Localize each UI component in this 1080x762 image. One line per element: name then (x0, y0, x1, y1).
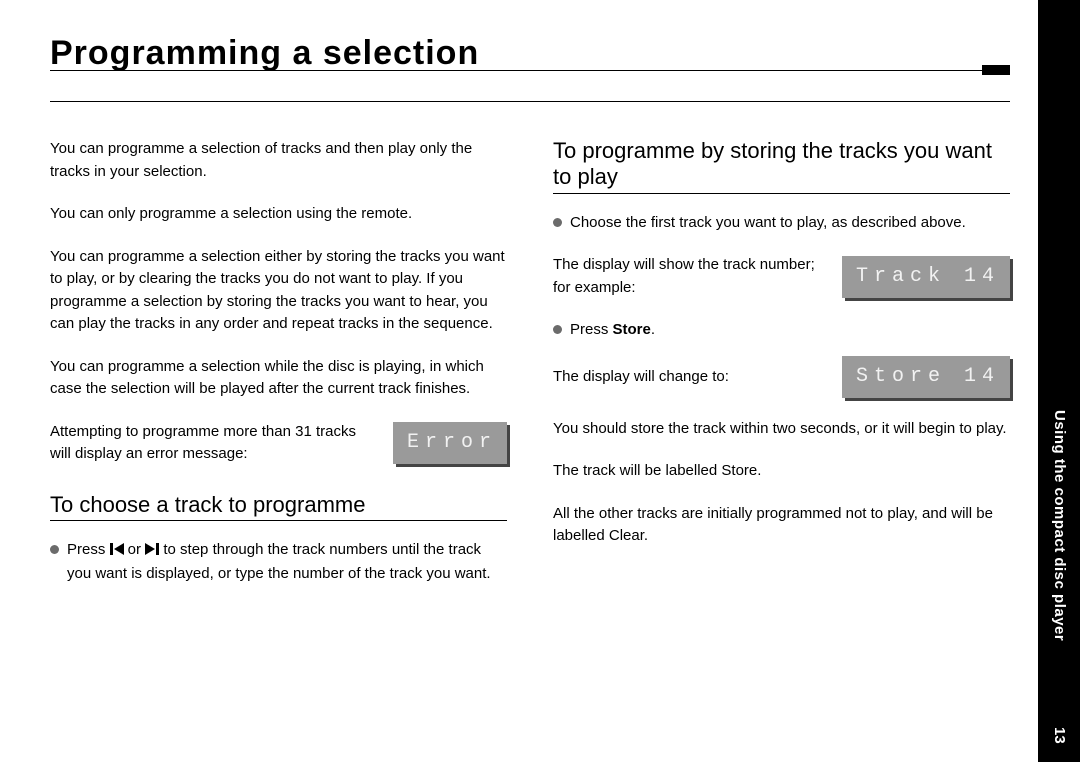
body-text: You should store the track within two se… (553, 418, 1010, 441)
page-number: 13 (1051, 727, 1068, 744)
bullet-item: Choose the first track you want to play,… (553, 212, 1010, 235)
left-column: You can programme a selection of tracks … (50, 138, 507, 606)
bullet-icon (553, 325, 562, 334)
bullet-text: Choose the first track you want to play,… (570, 212, 1010, 235)
manual-page: Using the compact disc player 13 Program… (0, 0, 1080, 762)
body-text: You can programme a selection while the … (50, 356, 507, 401)
body-text: The display will show the track number; … (553, 254, 828, 299)
bullet-item: Press or to step through the track numbe… (50, 539, 507, 586)
skip-back-icon (110, 541, 124, 564)
section-label: Using the compact disc player (1051, 410, 1068, 641)
side-tab: Using the compact disc player 13 (1038, 0, 1080, 762)
body-text: The display will change to: (553, 366, 828, 389)
skip-forward-icon (145, 541, 159, 564)
right-column: To programme by storing the tracks you w… (553, 138, 1010, 606)
body-text: You can programme a selection either by … (50, 246, 507, 336)
lcd-display-error: Error (393, 422, 507, 464)
body-text: The track will be labelled Store. (553, 460, 1010, 483)
lcd-display-track: Track 14 (842, 256, 1010, 298)
bullet-text: Press Store. (570, 319, 1010, 342)
body-text: Attempting to programme more than 31 tra… (50, 421, 379, 466)
lcd-display-store: Store 14 (842, 356, 1010, 398)
body-text: All the other tracks are initially progr… (553, 503, 1010, 548)
bullet-text: Press or to step through the track numbe… (67, 539, 507, 586)
body-text: You can programme a selection of tracks … (50, 138, 507, 183)
subsection-rule (553, 193, 1010, 194)
bullet-icon (553, 218, 562, 227)
subsection-heading: To programme by storing the tracks you w… (553, 138, 1010, 191)
subsection-rule (50, 520, 507, 521)
subsection-heading: To choose a track to programme (50, 492, 507, 518)
bullet-icon (50, 545, 59, 554)
horizontal-rule (50, 101, 1010, 102)
bullet-item: Press Store. (553, 319, 1010, 342)
body-text: You can only programme a selection using… (50, 203, 507, 226)
content-area: Programming a selection You can programm… (50, 34, 1010, 606)
